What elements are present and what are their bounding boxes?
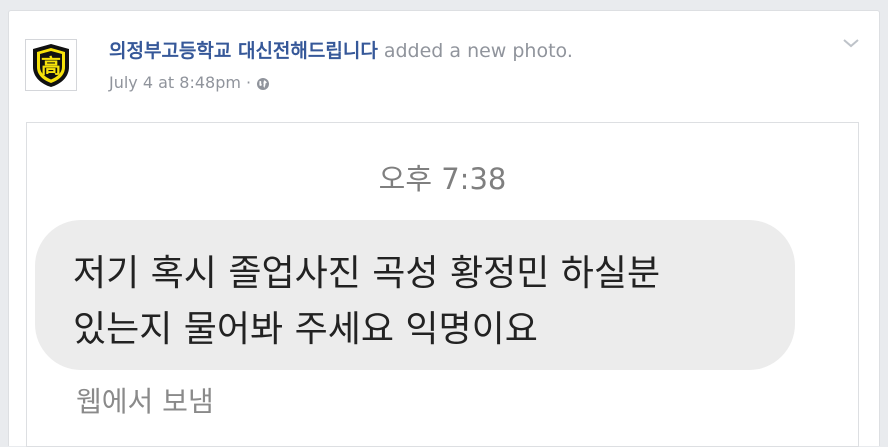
feed-post: 高 의정부고등학교 대신전해드립니다 added a new photo. Jul… <box>8 10 880 447</box>
meta-separator: · <box>245 73 252 92</box>
school-logo-icon: 高 <box>33 44 69 87</box>
post-timestamp-link[interactable]: July 4 at 8:48pm <box>109 73 241 92</box>
post-header: 의정부고등학교 대신전해드립니다 added a new photo. <box>109 38 573 64</box>
chevron-down-icon[interactable] <box>841 35 861 51</box>
page-name-link[interactable]: 의정부고등학교 대신전해드립니다 <box>109 40 378 62</box>
globe-icon[interactable] <box>256 76 270 90</box>
post-action-text: added a new photo. <box>383 40 573 62</box>
post-meta: July 4 at 8:48pm · <box>109 73 270 92</box>
message-line-1: 저기 혹시 졸업사진 곡성 황정민 하실분 <box>73 253 661 294</box>
page-avatar[interactable]: 高 <box>25 39 77 91</box>
post-photo[interactable]: 오후 7:38 저기 혹시 졸업사진 곡성 황정민 하실분 있는지 물어봐 주세… <box>26 122 859 447</box>
avatar-text: 高 <box>41 54 61 78</box>
message-time: 오후 7:38 <box>378 162 507 196</box>
message-line-2: 있는지 물어봐 주세요 익명이요 <box>73 309 538 350</box>
message-bubble: 저기 혹시 졸업사진 곡성 황정민 하실분 있는지 물어봐 주세요 익명이요 <box>35 220 795 370</box>
sent-via-label: 웹에서 보냄 <box>76 385 214 418</box>
